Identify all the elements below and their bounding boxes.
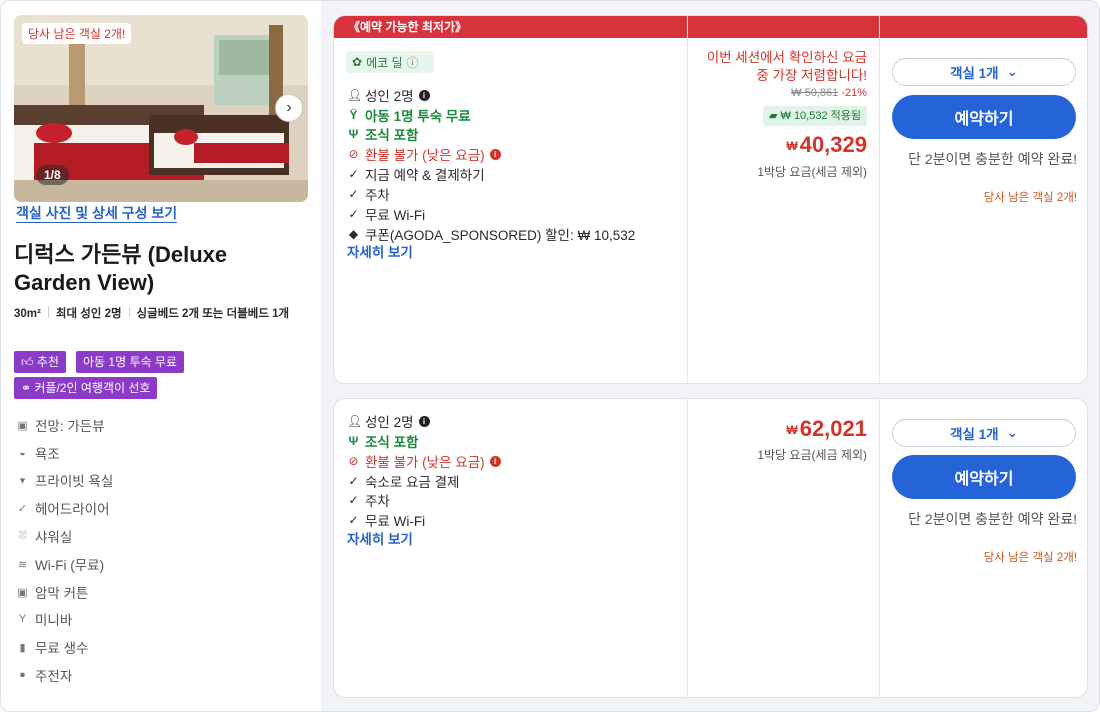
- check-icon: ✓: [348, 167, 359, 181]
- next-photo-button[interactable]: ›: [275, 94, 303, 122]
- tag-recommended: 👍︎ 추천: [14, 351, 66, 373]
- offer-line: Ÿ 아동 1명 투숙 무료: [347, 105, 470, 125]
- chevron-right-icon: ›: [286, 99, 292, 116]
- offer-card: 《예약 가능한 최저가》 ✿ 에코 딜 ⓘ 👤︎ 성인 2명 i Ÿ 아동 1명 투숙 무…: [333, 15, 1088, 384]
- room-photo[interactable]: 당사 남은 객실 2개! 1/8 ›: [14, 15, 308, 202]
- per-night-note: 1박당 요금(세금 제외): [757, 165, 867, 179]
- fork-knife-icon: Ψ: [348, 434, 359, 448]
- offer-line: 👤︎ 성인 2명 i: [347, 411, 430, 431]
- fork-knife-icon: Ψ: [348, 127, 359, 141]
- room-quantity-select[interactable]: 객실 1개 ⌄: [892, 58, 1076, 86]
- per-night-note: 1박당 요금(세금 제외): [757, 448, 867, 462]
- check-icon: ✓: [348, 493, 359, 507]
- feature-item: ⛆ 샤워실: [16, 526, 72, 546]
- price-column: ₩62,021 1박당 요금(세금 제외): [688, 399, 879, 697]
- curtain-icon: ▣: [17, 586, 28, 599]
- room-beds: 싱글베드 2개 또는 더블베드 1개: [136, 308, 290, 320]
- feature-item: ▣ 전망: 가든뷰: [17, 419, 105, 434]
- cocktail-icon: Y: [18, 613, 27, 625]
- kettle-icon: ●: [19, 669, 26, 681]
- price-column: 이번 세션에서 확인하신 요금 중 가장 저렴합니다! ₩ 50,861 -21…: [688, 16, 879, 383]
- quick-booking-note: 단 2분이면 충분한 예약 완료!: [908, 511, 1077, 527]
- feature-item: ● 주전자: [16, 665, 72, 685]
- book-button[interactable]: 예약하기: [892, 95, 1076, 139]
- room-size: 30m²: [14, 308, 41, 320]
- person-icon: 👤︎: [347, 414, 363, 428]
- room-title: 디럭스 가든뷰 (Deluxe Garden View): [14, 242, 228, 295]
- check-icon: ✓: [17, 502, 28, 515]
- book-button[interactable]: 예약하기: [892, 455, 1076, 499]
- info-icon[interactable]: i: [489, 455, 501, 467]
- shower-icon: ▾: [19, 474, 26, 487]
- info-icon[interactable]: i: [489, 148, 501, 160]
- info-icon[interactable]: ⓘ: [407, 54, 419, 71]
- booking-column: 객실 1개 ⌄ 예약하기 단 2분이면 충분한 예약 완료! 당사 남은 객실 2…: [880, 16, 1087, 383]
- check-icon: ✓: [348, 207, 359, 221]
- offer-line: ✓ 주차: [348, 493, 390, 509]
- feature-item: ◒ 욕조: [16, 443, 60, 463]
- feature-item: ▾ 프라이빗 욕실: [16, 470, 114, 490]
- tag-couples: ⚭ 커플/2인 여행객이 선호: [14, 377, 158, 399]
- original-price: ₩ 50,861 -21%: [791, 87, 867, 99]
- offers-panel: 《예약 가능한 최저가》 ✿ 에코 딜 ⓘ 👤︎ 성인 2명 i Ÿ 아동 1명 투숙 무…: [321, 1, 1099, 711]
- info-icon[interactable]: i: [418, 415, 430, 427]
- coupon-applied-badge: ▰ ₩ 10,532 적용됨: [762, 106, 867, 126]
- info-icon[interactable]: i: [418, 89, 430, 101]
- offer-line: ✓ 무료 Wi-Fi: [348, 513, 426, 529]
- room-quantity-select[interactable]: 객실 1개 ⌄: [892, 419, 1076, 447]
- tag-child-free: 아동 1명 투숙 무료: [76, 351, 184, 373]
- rooms-left-note: 당사 남은 객실 2개!: [983, 552, 1077, 564]
- tag-icon: ◆: [348, 227, 359, 241]
- feature-item: ▣ 암막 커튼: [17, 586, 89, 601]
- offer-line: ✓ 무료 Wi-Fi: [348, 207, 426, 223]
- eco-deal-badge: ✿ 에코 딜 ⓘ: [346, 51, 434, 73]
- check-icon: ✓: [348, 474, 359, 488]
- bathtub-icon: ◒: [19, 447, 26, 459]
- showerhead-icon: ⛆: [18, 529, 27, 542]
- quick-booking-note: 단 2분이면 충분한 예약 완료!: [908, 151, 1077, 167]
- person-icon: 👤︎: [347, 88, 363, 102]
- photo-counter: 1/8: [36, 165, 69, 185]
- offer-line: ⊘ 환불 불가 (낮은 요금) i: [347, 451, 501, 471]
- offer-line: ✓ 지금 예약 & 결제하기: [348, 167, 485, 183]
- offer-card: 👤︎ 성인 2명 i Ψ 조식 포함 ⊘ 환불 불가 (낮은 요금) i ✓ 숙소로 요금 …: [333, 398, 1088, 698]
- leaf-icon: ✿: [352, 55, 363, 69]
- wifi-icon: ≋: [17, 558, 28, 571]
- more-details-link[interactable]: 자세히 보기: [347, 528, 413, 548]
- child-icon: Ÿ: [349, 108, 358, 122]
- offer-line: ✓ 주차: [348, 187, 390, 203]
- thumbs-up-icon: 👍︎: [21, 355, 37, 369]
- offer-line: ✓ 숙소로 요금 결제: [348, 474, 460, 490]
- check-icon: ✓: [348, 513, 359, 527]
- rooms-left-badge: 당사 남은 객실 2개!: [22, 23, 132, 44]
- chevron-down-icon: ⌄: [1006, 64, 1018, 79]
- more-details-link[interactable]: 자세히 보기: [347, 241, 413, 261]
- rooms-left-note: 당사 남은 객실 2개!: [983, 192, 1077, 204]
- price: ₩40,329: [786, 132, 867, 157]
- room-meta: 30m² 최대 성인 2명 싱글베드 2개 또는 더블베드 1개: [14, 306, 304, 323]
- couple-icon: ⚭: [21, 381, 35, 395]
- photos-details-link[interactable]: 객실 사진 및 상세 구성 보기: [16, 205, 178, 223]
- chevron-down-icon: ⌄: [1006, 425, 1018, 440]
- feature-item: ≋ Wi-Fi (무료): [17, 558, 105, 573]
- no-refund-icon: ⊘: [348, 147, 359, 161]
- ticket-icon: ▰: [768, 110, 781, 122]
- feature-item: ▮ 무료 생수: [16, 637, 88, 657]
- offer-line: ⊘ 환불 불가 (낮은 요금) i: [347, 144, 501, 164]
- price: ₩62,021: [786, 416, 867, 441]
- feature-item: Y 미니바: [16, 609, 72, 629]
- room-occupancy: 최대 성인 2명: [55, 308, 122, 320]
- offer-line: 👤︎ 성인 2명 i: [347, 85, 430, 105]
- offer-line: Ψ 조식 포함: [348, 127, 419, 143]
- view-icon: ▣: [17, 419, 28, 432]
- booking-column: 객실 1개 ⌄ 예약하기 단 2분이면 충분한 예약 완료! 당사 남은 객실 2…: [880, 399, 1087, 697]
- session-lowest-note: 이번 세션에서 확인하신 요금 중 가장 저렴합니다!: [706, 50, 867, 83]
- check-icon: ✓: [348, 187, 359, 201]
- water-bottle-icon: ▮: [19, 641, 26, 654]
- room-info-panel: 당사 남은 객실 2개! 1/8 › 객실 사진 및 상세 구성 보기 디럭스 …: [1, 1, 321, 711]
- no-refund-icon: ⊘: [348, 454, 359, 468]
- room-listing: 당사 남은 객실 2개! 1/8 › 객실 사진 및 상세 구성 보기 디럭스 …: [0, 0, 1100, 712]
- offer-line: Ψ 조식 포함: [348, 434, 419, 450]
- feature-item: ✓ 헤어드라이어: [17, 502, 110, 517]
